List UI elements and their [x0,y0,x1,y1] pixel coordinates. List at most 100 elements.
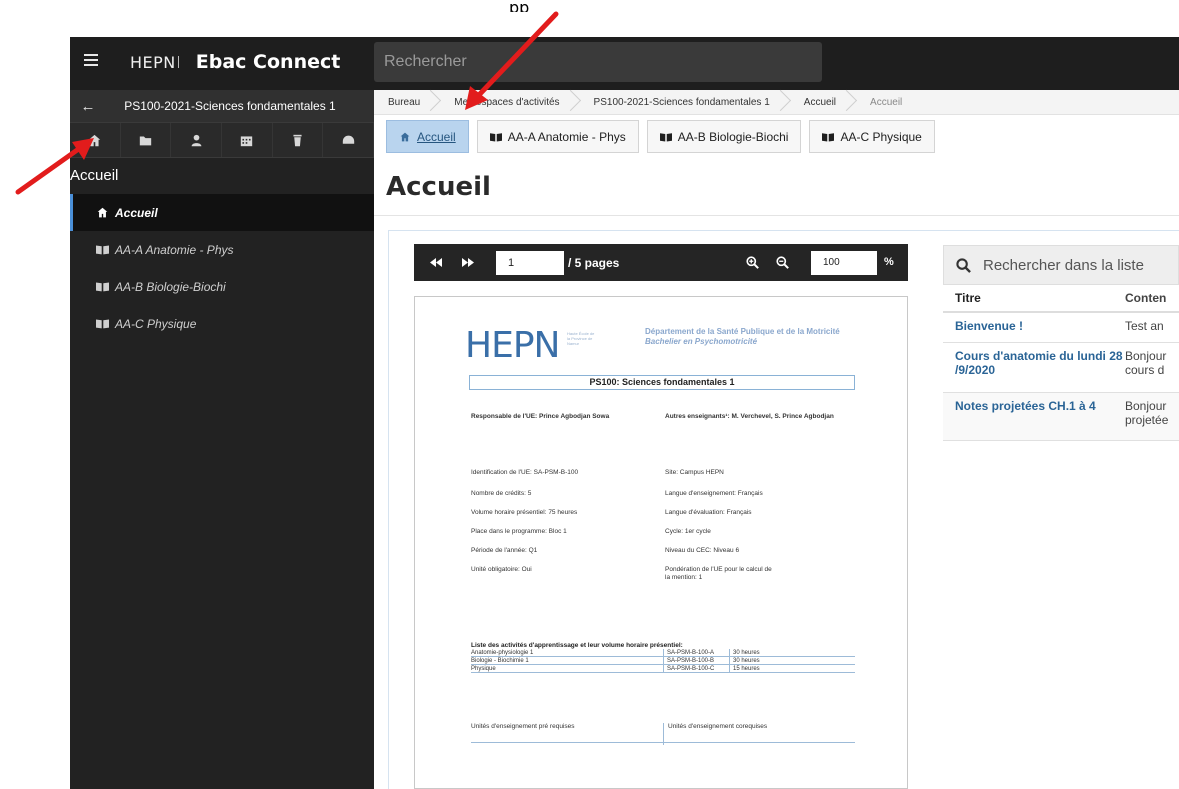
table-cell: SA-PSM-B-100-B [663,657,729,664]
document-other-teachers: Autres enseignants¹: M. Verchevel, S. Pr… [665,413,834,420]
zoom-input[interactable]: 100 [811,251,877,275]
book-icon [659,132,672,141]
zoom-in-icon[interactable] [744,254,760,270]
course-name: PS100-2021-Sciences fondamentales 1 [124,99,336,113]
table-cell: 30 heures [729,657,760,664]
column-header-title[interactable]: Titre [943,291,1125,305]
table-cell: SA-PSM-B-100-C [663,665,729,672]
page-count: / 5 pages [568,256,620,270]
list-item-title[interactable]: Cours d'anatomie du lundi 28 /9/2020 [943,349,1125,386]
home-icon [400,132,410,141]
page: pp HEPN Ebac Connect Rechercher ← PS100-… [0,0,1179,789]
sidebar-item-label: AA-A Anatomie - Phys [115,242,234,257]
table-row: Anatomie-physiologie 1 SA-PSM-B-100-A 30… [471,649,855,657]
document-title-box: PS100: Sciences fondamentales 1 [469,375,855,390]
user-icon[interactable] [171,123,223,157]
pdf-page[interactable]: HEPN Haute École de la Province de Namur… [414,296,908,789]
activities-heading: Liste des activités d'apprentissage et l… [471,642,683,649]
breadcrumb-current: Accueil [870,96,903,108]
table-cell: Biologie - Biochimie 1 [471,658,529,664]
sidebar-item-label: Accueil [115,205,158,220]
list-item[interactable]: Cours d'anatomie du lundi 28 /9/2020 Bon… [943,343,1179,393]
table-cell: Anatomie-physiologie 1 [471,650,534,656]
page-number-input[interactable]: 1 [496,251,564,275]
table-cell: Physique [471,666,496,672]
list-search-placeholder: Rechercher dans la liste [983,256,1144,274]
table-cell: 15 heures [729,665,760,672]
search-icon [956,257,971,273]
folder-icon[interactable] [121,123,172,157]
document-logo-subtext: Haute École de la Province de Namur [567,331,595,346]
list-search-input[interactable]: Rechercher dans la liste [943,245,1179,285]
page-title: Accueil [386,172,491,202]
coreq-label: Unités d'enseignement corequises [663,723,767,745]
book-icon [489,132,502,141]
dashboard-icon[interactable] [323,123,375,157]
sidebar-item-aa-b[interactable]: AA-B Biologie-Biochi [70,268,374,305]
list-item-content: Bonjour projetée [1125,399,1169,427]
top-caption-fragment: pp [509,0,530,12]
breadcrumb-item[interactable]: Mes espaces d'activités [440,90,579,115]
title-divider [374,215,1179,216]
sidebar-item-aa-c[interactable]: AA-C Physique [70,305,374,342]
document-field: Nombre de crédits: 5 [471,490,532,497]
back-arrow-icon[interactable]: ← [70,98,106,115]
sidebar-nav: Accueil AA-A Anatomie - Phys AA-B Biolog… [70,194,374,342]
list-header: Titre Conten [943,285,1179,313]
table-cell: SA-PSM-B-100-A [663,649,729,656]
tab-label: AA-B Biologie-Biochi [677,129,789,144]
tab-label: AA-C Physique [840,129,922,144]
document-field: Cycle: 1er cycle [665,528,711,535]
breadcrumb-item[interactable]: Bureau [374,90,440,115]
trash-icon[interactable] [273,123,324,157]
app-name: Ebac Connect [195,51,341,73]
zoom-unit: % [884,256,894,268]
table-row: Physique SA-PSM-B-100-C 15 heures [471,665,855,673]
list-item-title[interactable]: Notes projetées CH.1 à 4 [943,399,1125,434]
table-row: Biologie - Biochimie 1 SA-PSM-B-100-B 30… [471,657,855,665]
tab-label: Accueil [417,129,456,144]
brand[interactable]: HEPN Ebac Connect [130,51,340,73]
sidebar-item-accueil[interactable]: Accueil [70,194,374,231]
document-degree: Bachelier en Psychomotricité [645,337,758,346]
brand-logo: HEPN [130,52,176,72]
list-item[interactable]: Bienvenue ! Test an [943,313,1179,343]
top-app-bar: HEPN Ebac Connect Rechercher [70,37,1179,90]
list-item-title[interactable]: Bienvenue ! [943,319,1125,336]
breadcrumb-item[interactable]: PS100-2021-Sciences fondamentales 1 [580,90,790,115]
zoom-out-icon[interactable] [774,254,790,270]
sidebar-section-title: Accueil [70,167,119,184]
prerequisites-table: Unités d'enseignement pré requises Unité… [471,723,855,745]
home-icon [97,207,108,218]
tab-label: AA-A Anatomie - Phys [507,129,626,144]
document-field: Langue d'évaluation: Français [665,509,752,516]
tab-aa-b[interactable]: AA-B Biologie-Biochi [646,120,802,153]
global-search-input[interactable]: Rechercher [374,42,822,82]
home-icon[interactable] [70,123,121,157]
breadcrumb: Bureau Mes espaces d'activités PS100-202… [374,90,1179,115]
book-icon [96,245,109,255]
tab-bar: Accueil AA-A Anatomie - Phys AA-B Biolog… [386,120,935,153]
breadcrumb-item[interactable]: Accueil [790,90,856,115]
last-page-icon[interactable] [460,254,476,270]
document-logo-text: HEPN [465,325,560,366]
tab-accueil[interactable]: Accueil [386,120,469,153]
document-field: Langue d'enseignement: Français [665,490,763,497]
list-item-content: Test an [1125,319,1164,333]
list-item[interactable]: Notes projetées CH.1 à 4 Bonjour projeté… [943,393,1179,441]
document-field: Volume horaire présentiel: 75 heures [471,509,578,516]
document-list: Titre Conten Bienvenue ! Test an Cours d… [943,285,1179,441]
document-field: Pondération de l'UE pour le calcul de la… [665,566,772,581]
first-page-icon[interactable] [428,254,444,270]
document-responsable: Responsable de l'UE: Prince Agbodjan Sow… [471,413,610,420]
book-icon [822,132,835,141]
tab-aa-a[interactable]: AA-A Anatomie - Phys [476,120,639,153]
menu-icon[interactable] [84,54,98,66]
sidebar-item-aa-a[interactable]: AA-A Anatomie - Phys [70,231,374,268]
document-field: Place dans le programme: Bloc 1 [471,528,567,535]
sidebar-item-label: AA-B Biologie-Biochi [115,279,226,294]
sidebar-course-header: ← PS100-2021-Sciences fondamentales 1 [70,90,374,122]
tab-aa-c[interactable]: AA-C Physique [809,120,935,153]
calendar-icon[interactable] [222,123,273,157]
column-header-content[interactable]: Conten [1125,291,1179,305]
